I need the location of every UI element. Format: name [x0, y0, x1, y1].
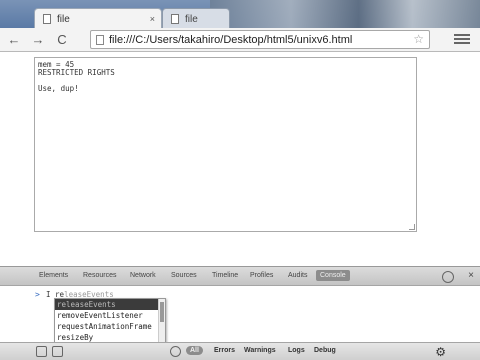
clear-console-icon[interactable]	[170, 346, 181, 357]
page-icon	[96, 34, 104, 45]
desktop-background	[210, 0, 480, 28]
page-content: mem = 45 RESTRICTED RIGHTS Use, dup!	[0, 53, 480, 265]
tab-elements[interactable]: Elements	[39, 272, 68, 279]
filter-errors-button[interactable]: Errors	[214, 347, 235, 354]
close-icon[interactable]: ×	[468, 270, 474, 281]
address-bar[interactable]: file:///C:/Users/takahiro/Desktop/html5/…	[90, 30, 430, 49]
filter-warnings-button[interactable]: Warnings	[244, 347, 276, 354]
tab-console[interactable]: Console	[316, 270, 350, 281]
autocomplete-scrollbar[interactable]	[158, 299, 165, 343]
dock-icon[interactable]	[36, 346, 47, 357]
devtools-tabs: Elements Resources Network Sources Timel…	[0, 266, 480, 286]
terminal-line: Use, dup!	[38, 84, 79, 93]
tab-timeline[interactable]: Timeline	[212, 272, 238, 279]
autocomplete-item[interactable]: requestAnimationFrame	[55, 321, 165, 332]
close-icon[interactable]: ×	[150, 14, 155, 24]
filter-debug-button[interactable]: Debug	[314, 347, 336, 354]
document-icon	[43, 14, 51, 24]
terminal-line: RESTRICTED RIGHTS	[38, 68, 115, 77]
filter-logs-button[interactable]: Logs	[288, 347, 305, 354]
url-text[interactable]: file:///C:/Users/takahiro/Desktop/html5/…	[109, 34, 352, 46]
terminal-textarea[interactable]: mem = 45 RESTRICTED RIGHTS Use, dup!	[34, 57, 417, 232]
screen: file × file ← → C file:///C:/Users/takah…	[0, 0, 480, 360]
bookmark-star-icon[interactable]: ☆	[413, 32, 424, 46]
console-area[interactable]: > I releaseEvents releaseEvents removeEv…	[0, 287, 480, 344]
search-icon[interactable]	[442, 271, 454, 283]
tab-sources[interactable]: Sources	[171, 272, 197, 279]
resize-handle[interactable]	[409, 224, 415, 230]
tab-title: file	[185, 13, 198, 25]
tab-strip: file × file	[0, 0, 480, 29]
tab-title: file	[57, 13, 70, 25]
tab-active[interactable]: file ×	[34, 8, 162, 29]
back-button[interactable]: ←	[4, 30, 24, 50]
devtools-statusbar: All Errors Warnings Logs Debug ⚙	[0, 342, 480, 360]
reload-button[interactable]: C	[52, 30, 72, 50]
autocomplete-item[interactable]: releaseEvents	[55, 299, 165, 310]
console-drawer-icon[interactable]	[52, 346, 63, 357]
autocomplete-popup: releaseEvents removeEventListener reques…	[54, 298, 166, 344]
console-prompt: >	[35, 290, 40, 299]
toolbar: ← → C file:///C:/Users/takahiro/Desktop/…	[0, 28, 480, 52]
autocomplete-item[interactable]: removeEventListener	[55, 310, 165, 321]
menu-icon[interactable]	[454, 32, 470, 48]
tab-inactive[interactable]: file	[162, 8, 230, 29]
tab-profiles[interactable]: Profiles	[250, 272, 273, 279]
document-icon	[171, 14, 179, 24]
forward-button[interactable]: →	[28, 30, 48, 50]
tab-network[interactable]: Network	[130, 272, 156, 279]
devtools-panel: Elements Resources Network Sources Timel…	[0, 266, 480, 360]
tab-resources[interactable]: Resources	[83, 272, 116, 279]
tab-audits[interactable]: Audits	[288, 272, 307, 279]
gear-icon[interactable]: ⚙	[435, 345, 446, 359]
filter-all-button[interactable]: All	[186, 346, 203, 355]
